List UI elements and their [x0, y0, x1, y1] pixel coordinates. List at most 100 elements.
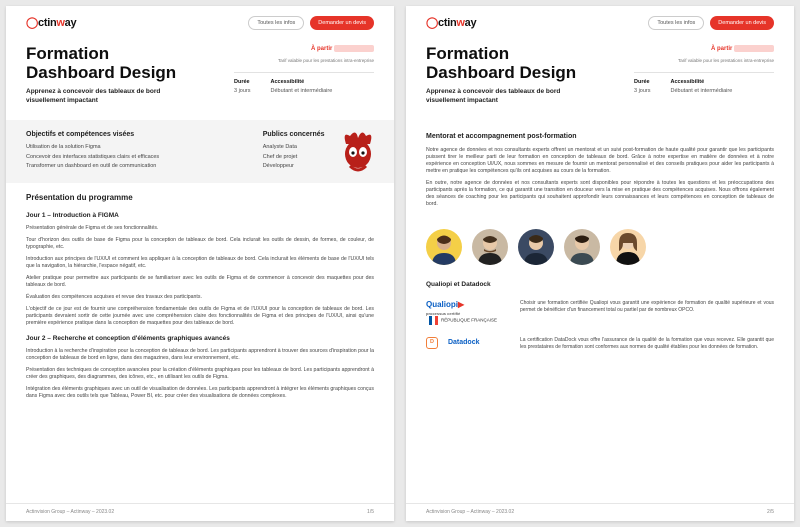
document-page-1: ◯ctinway Toutes les infos Demander un de… — [6, 6, 394, 521]
course-title-line2: Dashboard Design — [426, 64, 616, 83]
meta-level-label: Accessibilité — [671, 79, 733, 86]
meta-level-value: Débutant et intermédiaire — [271, 88, 333, 94]
page-header: ◯ctinway Toutes les infos Demander un de… — [406, 6, 794, 39]
footer-left: Actinvision Group – Actinway – 2023.02 — [426, 509, 514, 516]
course-title-line1: Formation — [26, 45, 216, 64]
objective-item: Concevoir des interfaces statistiques cl… — [26, 153, 233, 162]
qualiopi-name: Qualiopi▶ — [426, 300, 497, 311]
day1-para: Introduction aux principes de l'UX/UI et… — [26, 256, 374, 270]
objective-item: Transformer un dashboard en outil de com… — [26, 162, 233, 171]
program-day-2: Jour 2 – Recherche et conception d'éléme… — [26, 335, 374, 400]
objectives-publics-block: Objectifs et compétences visées Utilisat… — [6, 120, 394, 184]
day2-title: Jour 2 – Recherche et conception d'éléme… — [26, 335, 374, 344]
meta-level-value: Débutant et intermédiaire — [671, 88, 733, 94]
objective-item: Utilisation de la solution Figma — [26, 143, 233, 152]
datadock-name: Datadock — [448, 338, 480, 347]
day1-para: Atelier pratique pour permettre aux part… — [26, 275, 374, 289]
day1-para: Évaluation des compétences acquises et r… — [26, 294, 374, 301]
day2-para: Présentation des techniques de conceptio… — [26, 367, 374, 381]
logo-mark: ◯ — [26, 17, 38, 29]
meta-duration: Durée 3 jours — [234, 79, 251, 95]
course-title-line1: Formation — [426, 45, 616, 64]
qualiopi-text: Choisir une formation certifiée Qualiopi… — [520, 300, 774, 314]
document-page-2: ◯ctinway Toutes les infos Demander un de… — [406, 6, 794, 521]
meta-level-label: Accessibilité — [271, 79, 333, 86]
price-value-redacted — [334, 45, 374, 52]
objectives: Objectifs et compétences visées Utilisat… — [26, 130, 233, 172]
mentoring-para: En outre, notre agence de données et nos… — [426, 180, 774, 208]
page-footer: Actinvision Group – Actinway – 2023.02 1… — [6, 503, 394, 521]
price-note: Tarif valable pour les prestations intra… — [634, 58, 774, 64]
pricing-meta: À partir Tarif valable pour les prestati… — [234, 45, 374, 106]
avatar — [564, 229, 600, 265]
title-block: Formation Dashboard Design Apprenez à co… — [6, 39, 394, 120]
datadock-text: La certification DataDock vous offre l'a… — [520, 337, 774, 351]
footer-left: Actinvision Group – Actinway – 2023.02 — [26, 509, 114, 516]
logo-text-2: w — [56, 17, 64, 29]
all-info-button[interactable]: Toutes les infos — [248, 16, 304, 30]
objectives-title: Objectifs et compétences visées — [26, 130, 233, 139]
day1-para: L'objectif de ce jour est de fournir une… — [26, 306, 374, 327]
course-subtitle: Apprenez à concevoir des tableaux de bor… — [426, 88, 586, 106]
course-subtitle: Apprenez à concevoir des tableaux de bor… — [26, 88, 186, 106]
qualiopi-badge: Qualiopi▶ processus certifié RÉPUBLIQUE … — [426, 300, 506, 325]
footer-page-number: 2/5 — [767, 509, 774, 516]
meta-duration-value: 3 jours — [634, 88, 651, 94]
program-title: Présentation du programme — [26, 193, 374, 204]
course-title: Formation Dashboard Design — [426, 45, 616, 82]
meta-duration: Durée 3 jours — [634, 79, 651, 95]
quote-button[interactable]: Demander un devis — [310, 16, 374, 30]
day2-para: Intégration des éléments graphiques avec… — [26, 386, 374, 400]
price-from-label: À partir — [311, 46, 332, 52]
mentoring-section: Mentorat et accompagnement post-formatio… — [406, 120, 794, 220]
page-header: ◯ctinway Toutes les infos Demander un de… — [6, 6, 394, 39]
footer-page-number: 1/5 — [367, 509, 374, 516]
certifications-section: Qualiopi et Datadock Qualiopi▶ processus… — [406, 275, 794, 368]
logo-mark: ◯ — [426, 17, 438, 29]
course-title-line2: Dashboard Design — [26, 64, 216, 83]
course-title: Formation Dashboard Design — [26, 45, 216, 82]
price-value-redacted — [734, 45, 774, 52]
logo-text-2: w — [456, 17, 464, 29]
brand-logo: ◯ctinway — [26, 16, 76, 31]
page-footer: Actinvision Group – Actinway – 2023.02 2… — [406, 503, 794, 521]
day1-para: Présentation générale de Figma et de ses… — [26, 225, 374, 232]
datadock-badge: D Datadock — [426, 337, 506, 348]
certif-datadock: D Datadock La certification DataDock vou… — [426, 337, 774, 351]
meta-duration-label: Durée — [634, 79, 651, 86]
pricing-meta: À partir Tarif valable pour les prestati… — [634, 45, 774, 106]
header-buttons: Toutes les infos Demander un devis — [248, 16, 374, 30]
title-block: Formation Dashboard Design Apprenez à co… — [406, 39, 794, 120]
certif-title: Qualiopi et Datadock — [426, 281, 774, 290]
price-from-label: À partir — [711, 46, 732, 52]
objectives-list: Utilisation de la solution Figma Concevo… — [26, 143, 233, 171]
avatar — [426, 229, 462, 265]
datadock-icon: D — [426, 337, 438, 348]
quote-button[interactable]: Demander un devis — [710, 16, 774, 30]
program-day-1: Jour 1 – Introduction à FIGMA Présentati… — [26, 212, 374, 327]
mentoring-para: Notre agence de données et nos consultan… — [426, 147, 774, 175]
day2-para: Introduction à la recherche d'inspiratio… — [26, 348, 374, 362]
avatar — [472, 229, 508, 265]
logo-text-3: ay — [465, 17, 477, 29]
meta-duration-label: Durée — [234, 79, 251, 86]
meta-duration-value: 3 jours — [234, 88, 251, 94]
logo-text-3: ay — [65, 17, 77, 29]
mentoring-title: Mentorat et accompagnement post-formatio… — [426, 132, 774, 141]
meta-level: Accessibilité Débutant et intermédiaire — [671, 79, 733, 95]
avatar — [610, 229, 646, 265]
avatar — [518, 229, 554, 265]
team-avatars — [406, 219, 794, 275]
meta-level: Accessibilité Débutant et intermédiaire — [271, 79, 333, 95]
day1-para: Tour d'horizon des outils de base de Fig… — [26, 237, 374, 251]
mascot-icon — [338, 126, 378, 172]
logo-text-1: ctin — [38, 17, 56, 29]
day1-title: Jour 1 – Introduction à FIGMA — [26, 212, 374, 221]
certif-qualiopi: Qualiopi▶ processus certifié RÉPUBLIQUE … — [426, 300, 774, 325]
logo-text-1: ctin — [438, 17, 456, 29]
brand-logo: ◯ctinway — [426, 16, 476, 31]
all-info-button[interactable]: Toutes les infos — [648, 16, 704, 30]
price-note: Tarif valable pour les prestations intra… — [234, 58, 374, 64]
qualiopi-flag: RÉPUBLIQUE FRANÇAISE — [426, 316, 497, 325]
program-section: Présentation du programme Jour 1 – Intro… — [6, 183, 394, 411]
